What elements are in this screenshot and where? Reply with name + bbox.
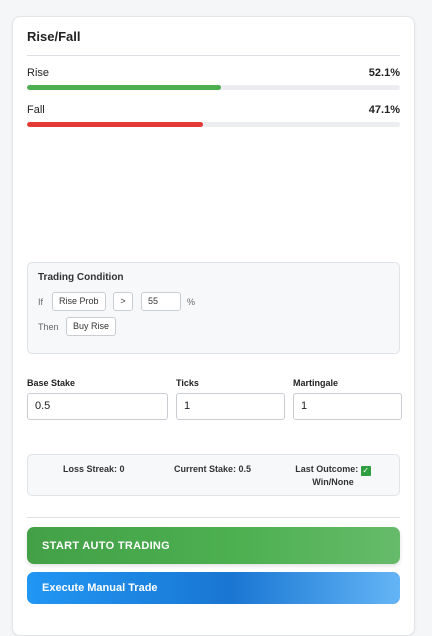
start-auto-trading-button[interactable]: START AUTO TRADING [27,527,400,564]
then-label: Then [38,322,59,332]
last-outcome-label: Last Outcome: [295,464,359,474]
fall-progress-fill [27,122,203,127]
trading-condition-box: Trading Condition If Rise Prob > 55 % Th… [27,262,400,354]
card-title: Rise/Fall [27,29,81,44]
fall-probability-row: Fall 47.1% [27,104,400,144]
martingale-label: Martingale [293,378,339,388]
condition-operator-select[interactable]: > [113,292,133,311]
bottom-divider [27,517,400,518]
title-divider [27,55,400,56]
trading-condition-title: Trading Condition [38,272,124,283]
rise-percentage: 52.1% [368,67,400,79]
ticks-label: Ticks [176,378,199,388]
current-stake: Current Stake: 0.5 [174,464,252,474]
if-label: If [38,297,44,307]
fall-label: Fall [27,104,45,116]
condition-metric-select[interactable]: Rise Prob [52,292,106,311]
base-stake-label: Base Stake [27,378,76,388]
status-box: Loss Streak: 0 Current Stake: 0.5 Last O… [27,454,400,496]
fall-percentage: 47.1% [368,104,400,116]
check-icon: ✓ [360,466,371,476]
last-outcome-value: Win/None [312,477,354,487]
base-stake-input[interactable]: 0.5 [27,393,168,420]
condition-action-select[interactable]: Buy Rise [66,317,117,336]
rise-fall-card: Rise/Fall Rise 52.1% Fall 47.1% Trading … [12,16,415,636]
ticks-input[interactable]: 1 [176,393,285,420]
condition-threshold-input[interactable]: 55 [141,292,181,311]
rise-progress-track [27,85,400,90]
loss-streak: Loss Streak: 0 [63,464,125,474]
rise-label: Rise [27,67,50,79]
execute-manual-trade-button[interactable]: Execute Manual Trade [27,572,400,604]
last-outcome: Last Outcome: ✓ Win/None [288,463,378,488]
martingale-input[interactable]: 1 [293,393,402,420]
rise-progress-fill [27,85,222,90]
rise-probability-row: Rise 52.1% [27,67,400,107]
fall-progress-track [27,122,400,127]
threshold-unit: % [187,297,196,307]
